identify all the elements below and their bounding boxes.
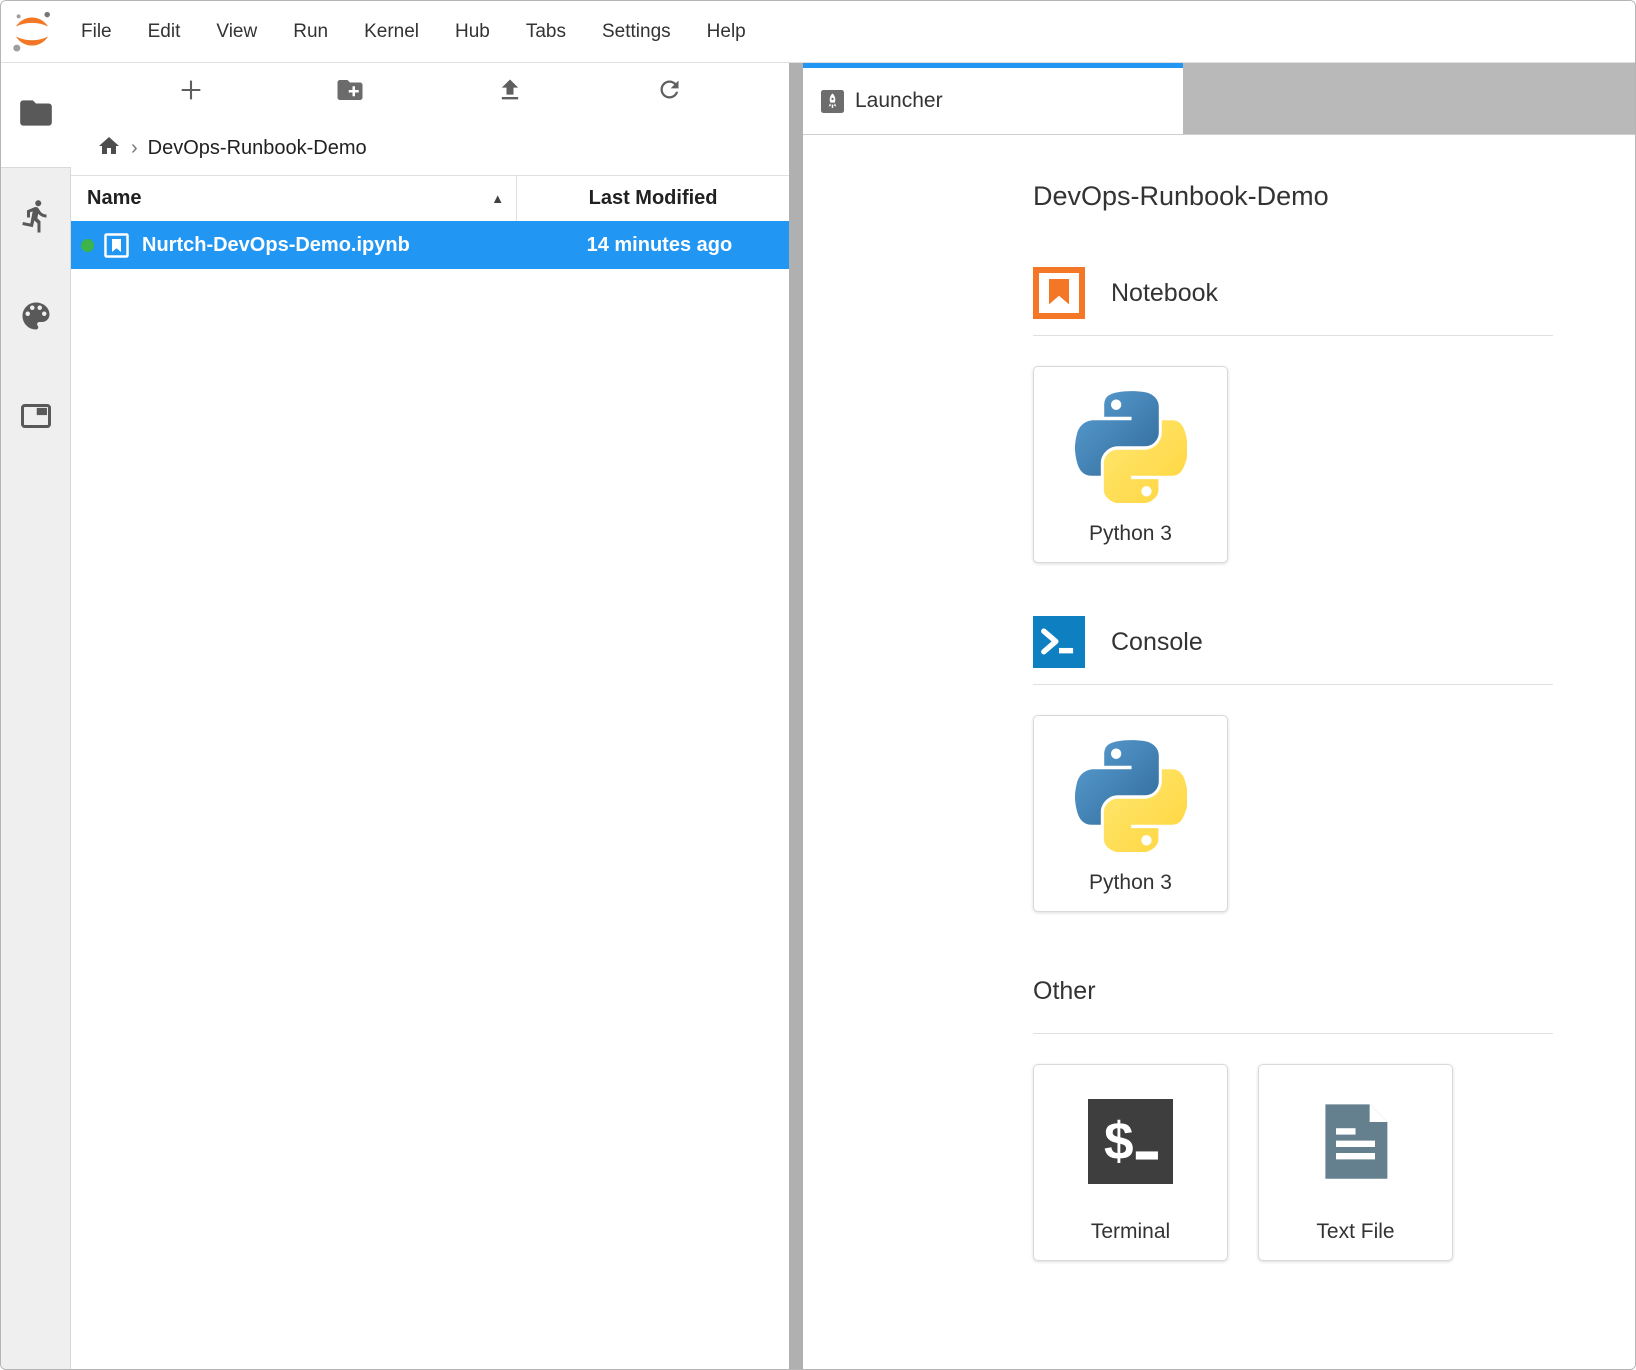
text-file-icon — [1313, 1099, 1398, 1189]
section-rule — [1033, 1033, 1553, 1034]
left-activity-bar — [1, 63, 71, 1369]
main-panel: Launcher DevOps-Runbook-Demo Notebook — [803, 63, 1635, 1369]
launcher-card-terminal[interactable]: $ Terminal — [1033, 1064, 1228, 1261]
column-header-last-modified[interactable]: Last Modified — [517, 187, 789, 210]
python-logo-icon — [1075, 391, 1187, 508]
tab-launcher-label: Launcher — [855, 89, 943, 113]
refresh-icon — [656, 76, 683, 108]
svg-text:$: $ — [1104, 1112, 1134, 1171]
menu-bar: File Edit View Run Kernel Hub Tabs Setti… — [1, 1, 1635, 63]
menu-hub[interactable]: Hub — [437, 1, 508, 63]
file-browser-toolbar — [71, 63, 789, 121]
jupyter-logo-icon — [1, 1, 63, 63]
kernel-running-dot — [81, 239, 94, 252]
jupyterlab-window: File Edit View Run Kernel Hub Tabs Setti… — [0, 0, 1636, 1370]
folder-icon — [17, 94, 55, 137]
card-label-python3: Python 3 — [1089, 522, 1172, 546]
card-label-terminal: Terminal — [1091, 1220, 1170, 1244]
breadcrumb-separator: › — [131, 137, 138, 160]
file-list-header: Name ▲ Last Modified — [71, 175, 789, 221]
launcher-card-text-file[interactable]: Text File — [1258, 1064, 1453, 1261]
terminal-icon: $ — [1088, 1099, 1173, 1189]
sidebar-tab-open-tabs[interactable] — [1, 368, 71, 468]
console-icon — [1033, 616, 1085, 668]
tab-launcher[interactable]: Launcher — [803, 63, 1183, 134]
python-logo-icon — [1075, 740, 1187, 857]
new-launcher-button[interactable] — [169, 70, 213, 114]
palette-icon — [18, 298, 54, 339]
breadcrumb: › DevOps-Runbook-Demo — [71, 121, 789, 175]
new-folder-icon — [335, 75, 365, 110]
launcher-panel: DevOps-Runbook-Demo Notebook — [803, 135, 1635, 1369]
sidebar-tab-commands[interactable] — [1, 268, 71, 368]
menu-file[interactable]: File — [63, 1, 130, 63]
launcher-title: DevOps-Runbook-Demo — [1033, 181, 1635, 212]
file-name: Nurtch-DevOps-Demo.ipynb — [142, 234, 410, 257]
tabs-icon — [18, 398, 54, 439]
refresh-button[interactable] — [647, 70, 691, 114]
launcher-card-notebook-python3[interactable]: Python 3 — [1033, 366, 1228, 563]
section-label-other: Other — [1033, 977, 1096, 1006]
notebook-file-icon — [103, 232, 130, 259]
name-column-label: Name — [87, 187, 141, 210]
launcher-rocket-icon — [821, 90, 844, 113]
sort-ascending-icon: ▲ — [491, 191, 504, 206]
column-header-name[interactable]: Name ▲ — [71, 176, 516, 221]
running-person-icon — [18, 198, 54, 239]
upload-icon — [496, 76, 524, 109]
panel-splitter[interactable] — [789, 63, 803, 1369]
menu-edit[interactable]: Edit — [130, 1, 199, 63]
sidebar-tab-files[interactable] — [1, 63, 71, 167]
menu-help[interactable]: Help — [689, 1, 764, 63]
plus-icon — [177, 76, 205, 109]
menu-kernel[interactable]: Kernel — [346, 1, 437, 63]
menu-view[interactable]: View — [198, 1, 275, 63]
file-last-modified: 14 minutes ago — [410, 234, 789, 257]
tab-bar: Launcher — [803, 63, 1635, 135]
menu-tabs[interactable]: Tabs — [508, 1, 584, 63]
upload-button[interactable] — [488, 70, 532, 114]
file-row-selected[interactable]: Nurtch-DevOps-Demo.ipynb 14 minutes ago — [71, 221, 789, 269]
home-icon[interactable] — [97, 134, 121, 163]
launcher-card-console-python3[interactable]: Python 3 — [1033, 715, 1228, 912]
section-label-notebook: Notebook — [1111, 279, 1218, 308]
section-header-other: Other — [1033, 965, 1635, 1017]
new-folder-button[interactable] — [328, 70, 372, 114]
menu-run[interactable]: Run — [275, 1, 346, 63]
breadcrumb-current-folder[interactable]: DevOps-Runbook-Demo — [148, 137, 367, 160]
section-header-notebook: Notebook — [1033, 267, 1635, 319]
section-header-console: Console — [1033, 616, 1635, 668]
section-rule — [1033, 684, 1553, 685]
section-label-console: Console — [1111, 628, 1203, 657]
menu-settings[interactable]: Settings — [584, 1, 689, 63]
section-rule — [1033, 335, 1553, 336]
card-label-text-file: Text File — [1316, 1220, 1394, 1244]
notebook-icon — [1033, 267, 1085, 319]
card-label-python3: Python 3 — [1089, 871, 1172, 895]
file-browser-panel: › DevOps-Runbook-Demo Name ▲ Last Modifi… — [71, 63, 789, 1369]
sidebar-tab-running-sessions[interactable] — [1, 168, 71, 268]
